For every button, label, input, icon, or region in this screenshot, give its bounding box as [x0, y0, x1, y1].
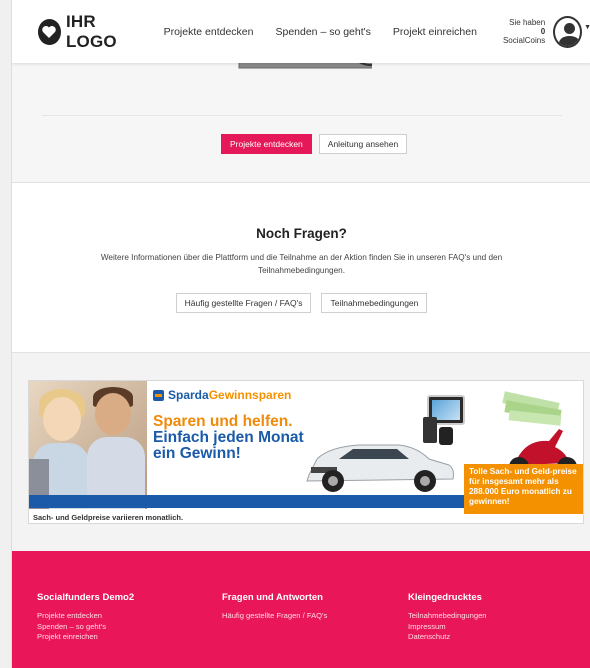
sparda-banner[interactable]: Sparda Gewinnsparen Sparen und helfen. Ei… [28, 380, 584, 524]
footer-link-imprint[interactable]: Impressum [408, 622, 487, 633]
faq-section: Noch Fragen? Weitere Informationen über … [12, 183, 590, 353]
view-guide-button[interactable]: Anleitung ansehen [318, 134, 408, 154]
phone-image [423, 417, 437, 443]
caret-down-icon[interactable]: ▼ [584, 24, 590, 31]
logo[interactable]: IHR LOGO [38, 12, 142, 52]
footer-column-faq: Fragen und Antworten Häufig gestellte Fr… [222, 592, 327, 622]
footer-link-donate[interactable]: Spenden – so geht's [37, 622, 134, 633]
footer-link-privacy[interactable]: Datenschutz [408, 632, 487, 643]
headline-line-1: Sparen und helfen. [153, 413, 293, 430]
footer-column-brand: Socialfunders Demo2 Projekte entdecken S… [37, 592, 134, 643]
nav-donate-howto[interactable]: Spenden – so geht's [275, 26, 370, 38]
banner-blue-bar [29, 495, 464, 508]
footer-title-brand: Socialfunders Demo2 [37, 592, 135, 603]
watch-image [439, 427, 453, 445]
sparda-brand: Sparda Gewinnsparen [153, 388, 291, 402]
ad-section: Sparda Gewinnsparen Sparen und helfen. Ei… [12, 353, 590, 551]
footer-column-legal: Kleingedrucktes Teilnahmebedingungen Imp… [408, 592, 487, 643]
coins-label: Sie haben [509, 18, 546, 27]
footer-link-faq[interactable]: Häufig gestellte Fragen / FAQ's [222, 611, 327, 622]
logo-text: IHR LOGO [65, 11, 117, 51]
footer-link-terms[interactable]: Teilnahmebedingungen [408, 611, 487, 622]
faq-button[interactable]: Häufig gestellte Fragen / FAQ's [175, 293, 312, 313]
brand-gewinnsparen: Gewinnsparen [208, 388, 292, 402]
faq-buttons: Häufig gestellte Fragen / FAQ's Teilnahm… [12, 293, 590, 313]
page-frame: Projekte entdecken Anleitung ansehen IHR… [11, 0, 590, 668]
socialcoins-balance: Sie haben 0 SocialCoins [503, 18, 545, 45]
footer-link-submit[interactable]: Projekt einreichen [37, 632, 134, 643]
faq-title: Noch Fragen? [256, 226, 347, 241]
site-header: IHR LOGO Projekte entdecken Spenden – so… [12, 0, 590, 63]
banner-footnote: Sach- und Geldpreise variieren monatlich… [33, 513, 184, 522]
coins-unit: SocialCoins [502, 36, 546, 45]
footer-link-projects[interactable]: Projekte entdecken [37, 611, 134, 622]
coins-value: 0 [540, 27, 546, 36]
terms-button[interactable]: Teilnahmebedingungen [321, 293, 428, 313]
discover-projects-button[interactable]: Projekte entdecken [221, 134, 312, 154]
nav-submit-project[interactable]: Projekt einreichen [393, 26, 477, 38]
user-avatar-icon[interactable] [553, 15, 583, 48]
brand-sparda: Sparda [168, 388, 209, 402]
footer-title-faq: Fragen und Antworten [222, 592, 323, 603]
site-footer: Socialfunders Demo2 Projekte entdecken S… [12, 551, 590, 668]
main-nav: Projekte entdecken Spenden – so geht's P… [164, 26, 499, 38]
divider [42, 115, 562, 116]
prize-callout: Tolle Sach- und Geld-preise für insgesam… [464, 464, 583, 514]
heart-logo-icon [38, 18, 61, 45]
faq-description: Weitere Informationen über die Plattform… [100, 253, 503, 275]
sparda-logo-icon [153, 389, 164, 401]
hero-buttons: Projekte entdecken Anleitung ansehen [221, 134, 408, 154]
banner-people-image [29, 381, 147, 509]
nav-projects-discover[interactable]: Projekte entdecken [164, 26, 254, 38]
footer-title-legal: Kleingedrucktes [408, 592, 482, 603]
